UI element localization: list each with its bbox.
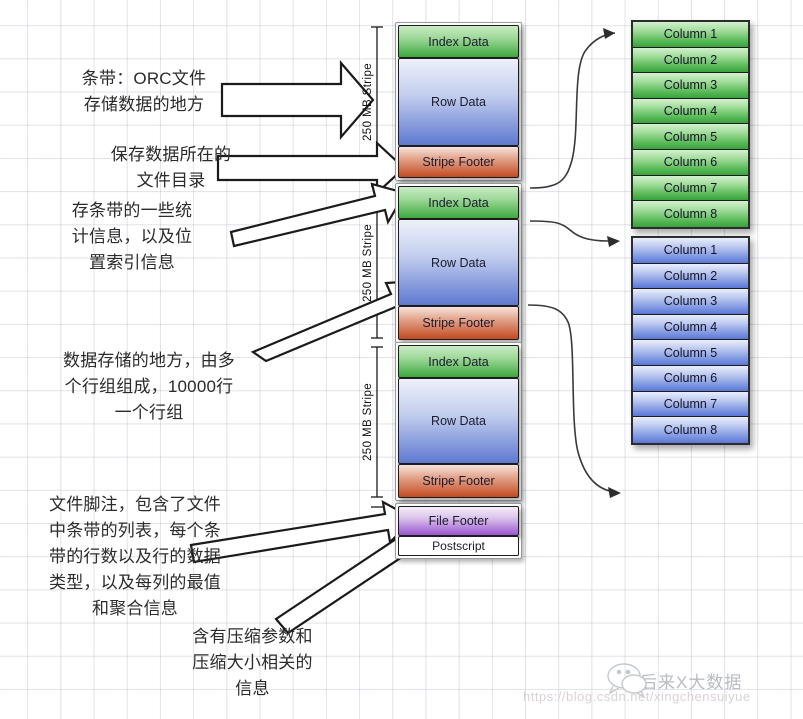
watermark-url: https://blog.csdn.net/xingchensuiyue [523,689,751,704]
watermark-wechat-icon [607,663,647,699]
orc-file-structure-diagram: 条带：ORC文件 存储数据的地方 保存数据所在的 文件目录 存条带的一些统 计信息，… [0,0,803,719]
